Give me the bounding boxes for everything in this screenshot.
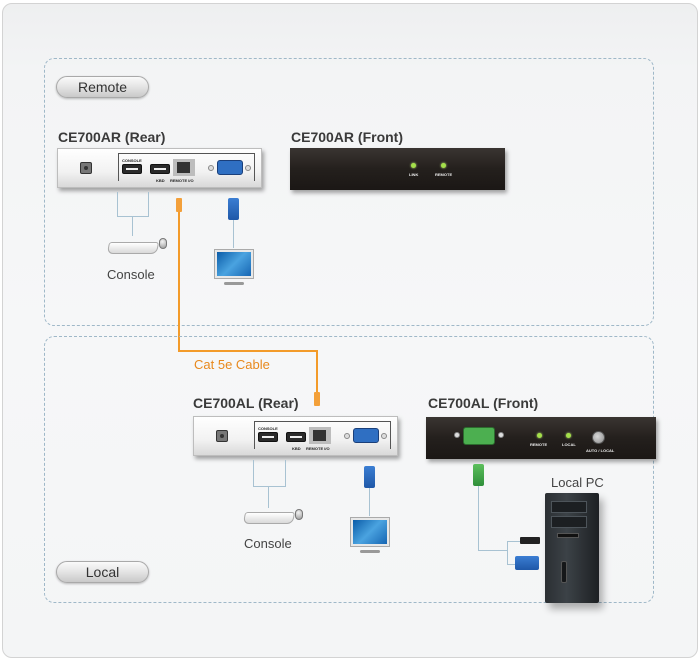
connector-line [253, 460, 254, 486]
connector-line [478, 550, 508, 551]
connector-line [148, 192, 149, 216]
remote-zone [44, 58, 654, 326]
vga-port-green-icon [463, 427, 495, 445]
connector-line [233, 220, 234, 248]
rj45-cable-connector-icon [176, 198, 182, 212]
remote-led-label: REMOTE [435, 172, 453, 177]
local-led-label: LOCAL [562, 442, 576, 447]
power-button-icon [561, 561, 567, 583]
power-jack-icon [216, 430, 228, 442]
local-front-panel: REMOTE LOCAL AUTO / LOCAL [426, 417, 656, 459]
keyboard-icon [106, 242, 160, 254]
connector-line [253, 486, 286, 487]
usb-mouse-port-icon [258, 432, 278, 442]
remote-led-icon [441, 163, 446, 168]
vga-plug-icon [515, 556, 539, 570]
remote-rear-panel: CONSOLE KBD REMOTE I/O [57, 148, 262, 188]
monitor-icon [215, 250, 253, 278]
vga-screw-icon [498, 432, 504, 438]
local-rear-title: CE700AL (Rear) [193, 395, 299, 411]
vga-port-icon [353, 428, 379, 443]
local-pc-tower-icon [545, 493, 599, 603]
remote-front-title: CE700AR (Front) [291, 129, 404, 145]
front-ports-icon [557, 533, 579, 538]
local-zone-label: Local [56, 561, 149, 583]
vga-cable-connector-icon [228, 198, 239, 220]
vga-port-icon [217, 160, 243, 175]
connector-line [478, 486, 479, 550]
remote-led-label: REMOTE [530, 442, 548, 447]
local-rear-panel: CONSOLE KBD REMOTE I/O [193, 416, 398, 456]
remote-console-label: Console [107, 267, 155, 282]
usb-keyboard-port-icon [286, 432, 306, 442]
link-led-icon [411, 163, 416, 168]
remote-rear-title: CE700AR (Rear) [58, 129, 166, 145]
connector-line [117, 192, 118, 216]
drive-bay-icon [551, 516, 587, 528]
rj45-port-icon [173, 159, 195, 176]
monitor-stand-icon [360, 550, 380, 553]
mouse-icon [159, 238, 167, 249]
remote-zone-label: Remote [56, 76, 149, 98]
kbd-port-label: KBD [156, 178, 165, 183]
connector-line [268, 486, 269, 508]
local-front-title: CE700AL (Front) [428, 395, 539, 411]
connector-line [132, 216, 133, 236]
local-console-label: Console [244, 536, 292, 551]
vga-screw-icon [245, 165, 251, 171]
link-led-label: LINK [409, 172, 419, 177]
auto-local-button[interactable] [592, 431, 605, 444]
remote-led-icon [537, 433, 542, 438]
local-led-icon [566, 433, 571, 438]
remote-front-panel: LINK REMOTE [290, 148, 505, 190]
remote-io-label: REMOTE I/O [306, 446, 330, 451]
auto-local-label: AUTO / LOCAL [586, 448, 615, 453]
rj45-port-icon [309, 427, 331, 444]
cat5e-cable [178, 212, 180, 351]
monitor-stand-icon [224, 282, 244, 285]
vga-screw-icon [208, 165, 214, 171]
drive-bay-icon [551, 501, 587, 513]
usb-mouse-port-icon [122, 164, 142, 174]
remote-io-label: REMOTE I/O [170, 178, 194, 183]
vga-cable-connector-icon [364, 466, 375, 488]
kbd-port-label: KBD [292, 446, 301, 451]
keyboard-icon [242, 512, 296, 524]
connector-line [507, 541, 508, 565]
usb-plug-icon [520, 537, 540, 544]
vga-screw-icon [381, 433, 387, 439]
console-port-label: CONSOLE [122, 158, 142, 163]
monitor-icon [351, 518, 389, 546]
local-pc-label: Local PC [551, 475, 604, 490]
power-jack-icon [80, 162, 92, 174]
console-port-label: CONSOLE [258, 426, 278, 431]
vga-screw-icon [344, 433, 350, 439]
vga-screw-icon [454, 432, 460, 438]
connector-line [117, 216, 149, 217]
connector-line [285, 460, 286, 486]
mouse-icon [295, 509, 303, 520]
connector-line [507, 541, 521, 542]
connector-line [369, 488, 370, 516]
vga-cable-connector-green-icon [473, 464, 484, 486]
usb-keyboard-port-icon [150, 164, 170, 174]
